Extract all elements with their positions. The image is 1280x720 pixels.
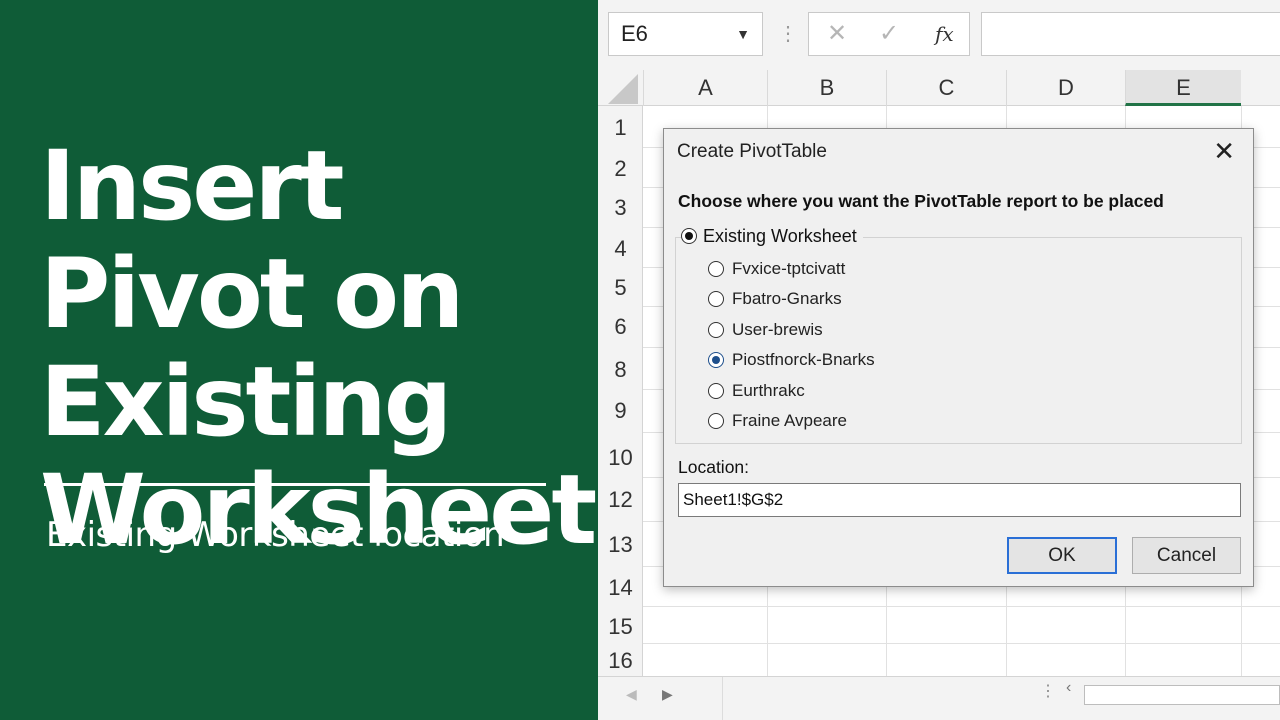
promo-panel: Insert Pivot on Existing Worksheet Exist… (0, 0, 598, 720)
row-header[interactable]: 14 (598, 575, 643, 601)
row-header[interactable]: 16 (598, 648, 643, 674)
option-label[interactable]: User-brewis (732, 320, 823, 340)
option-radio[interactable] (708, 383, 724, 399)
option-radio-selected[interactable] (708, 352, 724, 368)
row-header[interactable]: 5 (598, 275, 643, 301)
horizontal-scrollbar[interactable] (1084, 685, 1280, 705)
promo-divider (44, 483, 546, 486)
drag-handle-icon[interactable]: ⋮ (778, 14, 798, 54)
row-header[interactable]: 15 (598, 614, 643, 640)
row-header[interactable]: 3 (598, 195, 643, 221)
row-header[interactable]: 13 (598, 532, 643, 558)
row-header[interactable]: 8 (598, 357, 643, 383)
column-header-a[interactable]: A (643, 70, 767, 106)
option-label[interactable]: Fvxice-tptcivatt (732, 259, 845, 279)
option-label[interactable]: Eurthrakc (732, 381, 805, 401)
column-headers: A B C D E (598, 70, 1280, 106)
ok-button[interactable]: OK (1007, 537, 1117, 574)
scroll-left-icon[interactable]: ‹ (1066, 679, 1071, 697)
formula-bar: E6 ▼ ⋮ ✕ ✓ fx (598, 0, 1280, 70)
placement-heading: Choose where you want the PivotTable rep… (678, 191, 1164, 211)
row-header[interactable]: 12 (598, 487, 643, 513)
location-label: Location: (678, 457, 750, 477)
cancel-icon[interactable]: ✕ (827, 13, 847, 55)
location-input[interactable]: Sheet1!$G$2 (678, 483, 1241, 517)
option-label[interactable]: Piostfnorck-Bnarks (732, 350, 875, 370)
row-header[interactable]: 6 (598, 314, 643, 340)
formula-input[interactable] (981, 12, 1280, 56)
name-box-value: E6 (621, 21, 648, 46)
name-box[interactable]: E6 ▼ (608, 12, 763, 56)
row-header[interactable]: 1 (598, 115, 643, 141)
promo-subtitle: Existing Worksheet location (46, 515, 505, 555)
function-icon[interactable]: fx (935, 13, 954, 55)
option-radio[interactable] (708, 291, 724, 307)
next-sheet-icon[interactable]: ▶ (662, 677, 673, 711)
create-pivottable-dialog: Create PivotTable ✕ Choose where you wan… (663, 128, 1254, 587)
row-header[interactable]: 10 (598, 445, 643, 471)
promo-title: Insert Pivot on Existing Worksheet (40, 130, 597, 566)
row-header[interactable]: 9 (598, 398, 643, 424)
row-header[interactable]: 4 (598, 236, 643, 262)
formula-buttons: ✕ ✓ fx (808, 12, 970, 56)
existing-worksheet-radio[interactable] (681, 228, 697, 244)
sheet-navigation-bar: ◀ ▶ ⋮ ‹ (598, 676, 1280, 720)
cancel-button[interactable]: Cancel (1132, 537, 1241, 574)
option-radio[interactable] (708, 413, 724, 429)
column-header-b[interactable]: B (767, 70, 886, 106)
column-header-d[interactable]: D (1006, 70, 1125, 106)
option-radio[interactable] (708, 261, 724, 277)
row-header[interactable]: 2 (598, 156, 643, 182)
split-handle-icon[interactable]: ⋮ (1040, 681, 1056, 701)
row-headers: 1 2 3 4 5 6 8 9 10 12 13 14 15 16 (598, 106, 643, 676)
existing-worksheet-option[interactable]: Existing Worksheet (681, 226, 863, 247)
check-icon[interactable]: ✓ (879, 13, 899, 55)
column-header-c[interactable]: C (886, 70, 1006, 106)
chevron-down-icon[interactable]: ▼ (736, 13, 750, 55)
close-icon[interactable]: ✕ (1213, 136, 1235, 166)
option-label[interactable]: Fbatro-Gnarks (732, 289, 842, 309)
option-radio[interactable] (708, 322, 724, 338)
dialog-title: Create PivotTable (677, 141, 827, 162)
column-header-e[interactable]: E (1125, 70, 1241, 106)
prev-sheet-icon[interactable]: ◀ (626, 677, 637, 711)
select-all-corner[interactable] (608, 74, 638, 104)
existing-worksheet-label: Existing Worksheet (703, 226, 857, 246)
option-label[interactable]: Fraine Avpeare (732, 411, 847, 431)
